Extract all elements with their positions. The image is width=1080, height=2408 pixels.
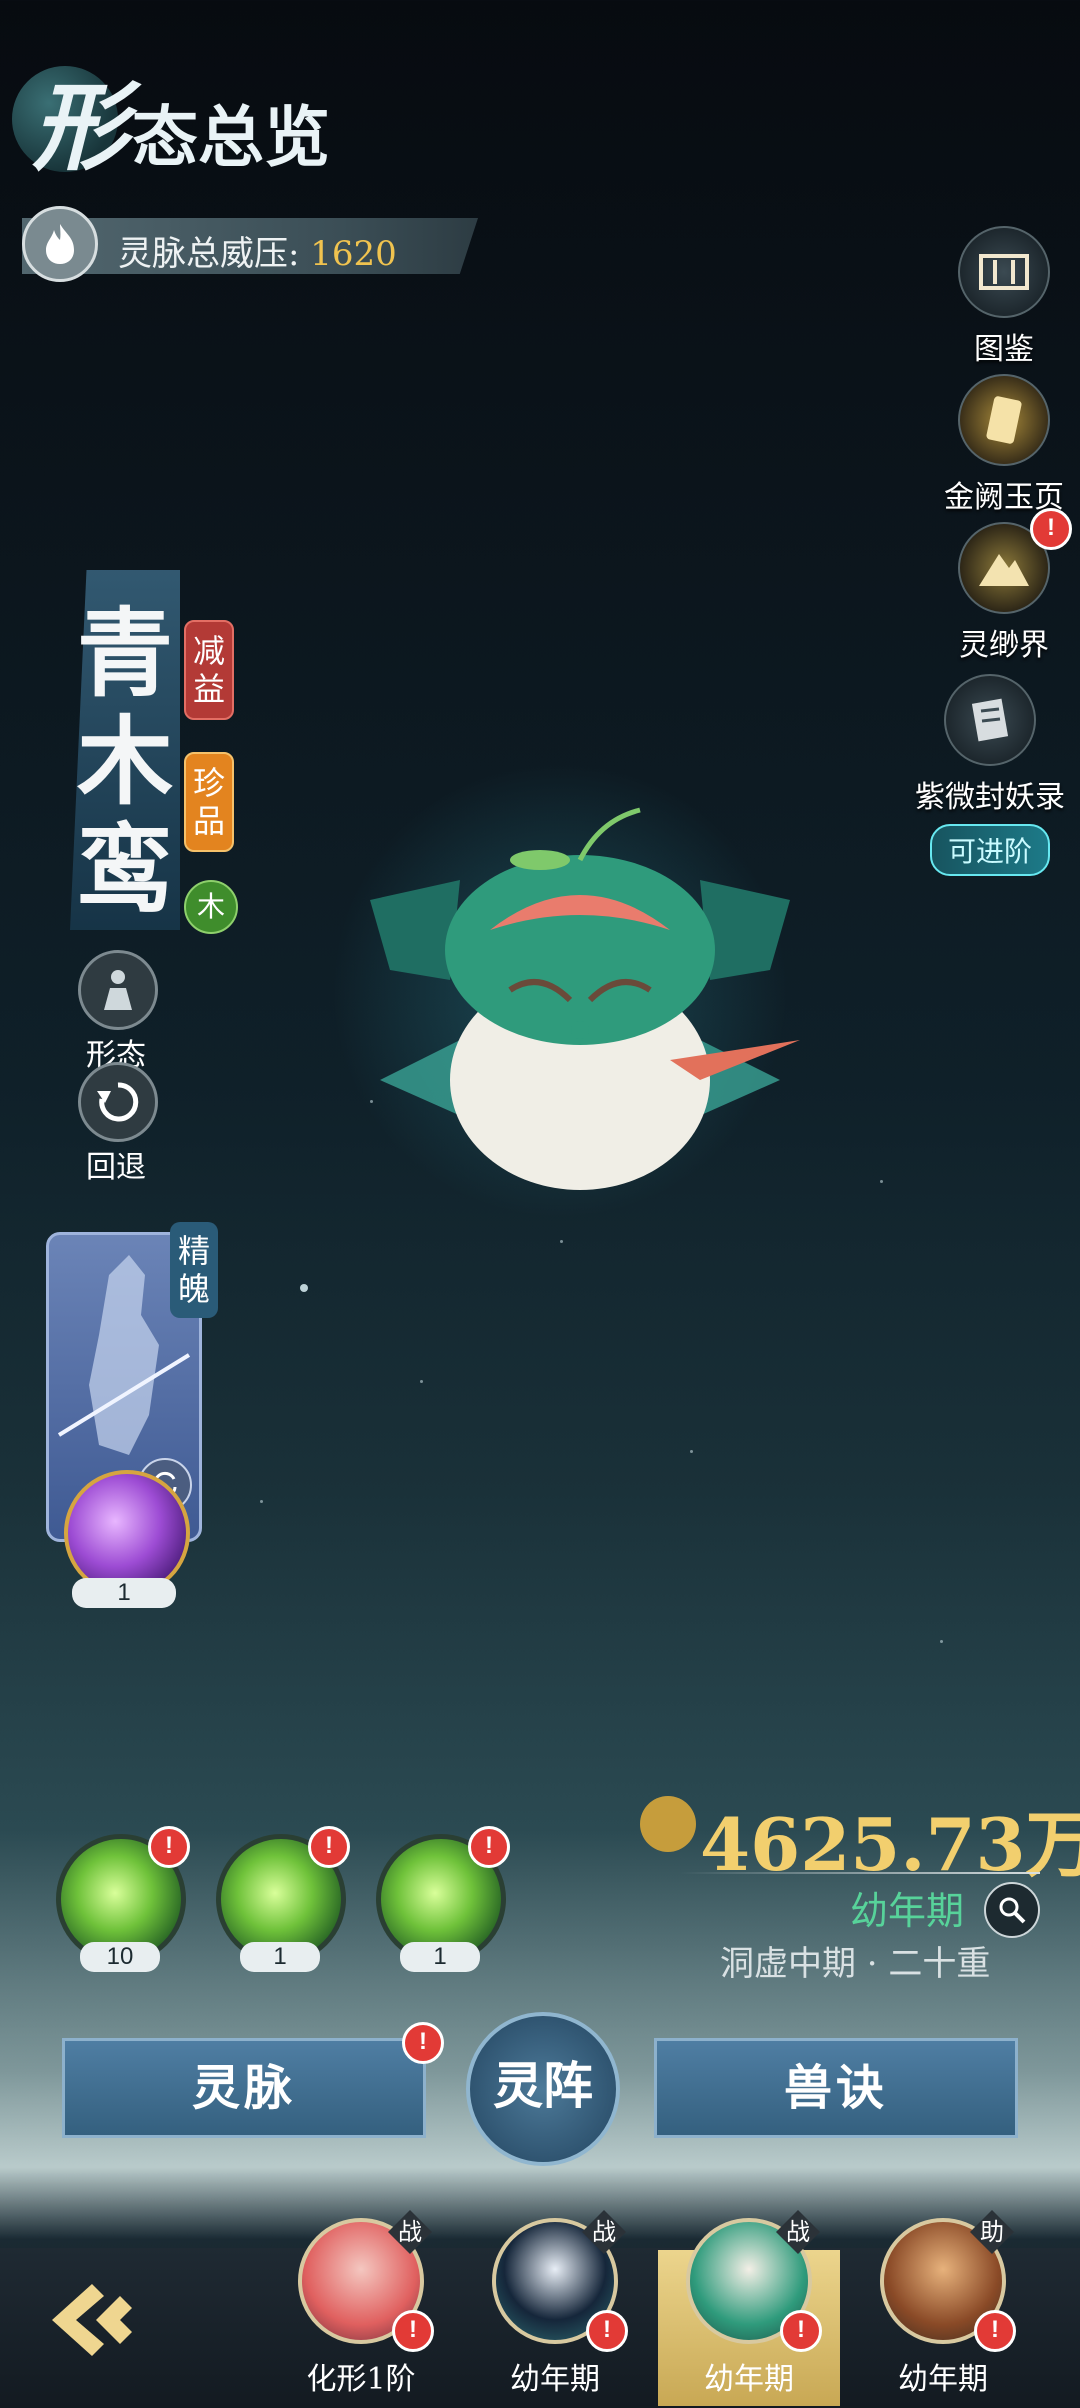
undo-icon [78,1062,158,1142]
menu-item-label: 灵缈界 [959,628,1049,663]
pet-slot-2[interactable]: 战 ! 幼年期 [480,2210,630,2398]
alert-badge: ! [1030,508,1072,550]
page-title: 态总览 [132,98,330,176]
page-title-first-char: 形 [32,71,128,184]
skill-level: 10 [80,1942,160,1972]
spirit-count: 1 [72,1578,176,1608]
element-tag: 木 [184,880,238,934]
menu-item-label: 图鉴 [974,332,1034,367]
back-arrow-icon [52,2284,132,2356]
power-icon [640,1796,696,1852]
skill-level: 1 [400,1942,480,1972]
creature-illustration[interactable] [340,780,820,1260]
alert-badge: ! [402,2022,444,2064]
figure-icon [78,950,158,1030]
alert-badge: ! [392,2310,434,2352]
revert-button[interactable]: 回退 [56,1062,176,1186]
pet-slot-1[interactable]: 战 ! 化形1阶 [286,2210,436,2398]
revert-label: 回退 [86,1150,146,1185]
pet-label: 化形1阶 [306,2362,416,2397]
scroll-icon [944,674,1036,766]
pet-slot-3-selected[interactable]: 战 ! 幼年期 [674,2210,824,2398]
debuff-tag: 减益 [184,620,234,720]
growth-stage: 幼年期 [850,1889,965,1933]
back-button[interactable] [46,2270,146,2370]
search-icon[interactable] [984,1882,1040,1938]
book-icon [958,226,1050,318]
pet-label: 幼年期 [510,2362,600,2397]
alert-badge: ! [974,2310,1016,2352]
total-power-value: 1620 [310,234,397,274]
menu-item-atlas[interactable]: 图鉴 [934,226,1074,368]
skill-slot-3[interactable]: 1 ! [376,1826,510,1972]
creature-name: 青木鸾 [77,597,173,926]
beast-art-button[interactable]: 兽诀 [654,2038,1018,2138]
total-power: 4625.73万 [700,1802,1080,1887]
spirit-vein-button[interactable]: 灵脉 [62,2038,426,2138]
pet-label: 幼年期 [704,2362,794,2397]
pet-label: 幼年期 [898,2362,988,2397]
alert-badge: ! [780,2310,822,2352]
alert-badge: ! [308,1826,350,1868]
skill-slot-2[interactable]: 1 ! [216,1826,350,1972]
alert-badge: ! [586,2310,628,2352]
rarity-tag: 珍品 [184,752,234,852]
skill-slot-1[interactable]: 10 ! [56,1826,190,1972]
menu-item-label: 紫微封妖录 [915,780,1065,815]
menu-item-jade-page[interactable]: 金阙玉页 [934,374,1074,516]
total-power-label: 灵脉总威压: [118,234,300,274]
menu-item-demon-record[interactable]: 紫微封妖录 可进阶 [900,674,1080,876]
cultivation-realm: 洞虚中期 · 二十重 [720,1944,991,1984]
total-power-text: 灵脉总威压: 1620 [118,226,397,275]
spirit-tag: 精魄 [170,1222,218,1318]
can-advance-tag: 可进阶 [929,824,1050,876]
alert-badge: ! [148,1826,190,1868]
flame-icon [22,206,98,282]
jade-page-icon [958,374,1050,466]
pet-slot-4[interactable]: 助 ! 幼年期 [868,2210,1018,2398]
menu-item-realm[interactable]: 灵缈界 ! [934,508,1074,664]
alert-badge: ! [468,1826,510,1868]
spirit-formation-button[interactable]: 灵阵 [466,2012,620,2166]
skill-level: 1 [240,1942,320,1972]
divider [680,1872,1040,1874]
form-button[interactable]: 形态 [56,950,176,1074]
